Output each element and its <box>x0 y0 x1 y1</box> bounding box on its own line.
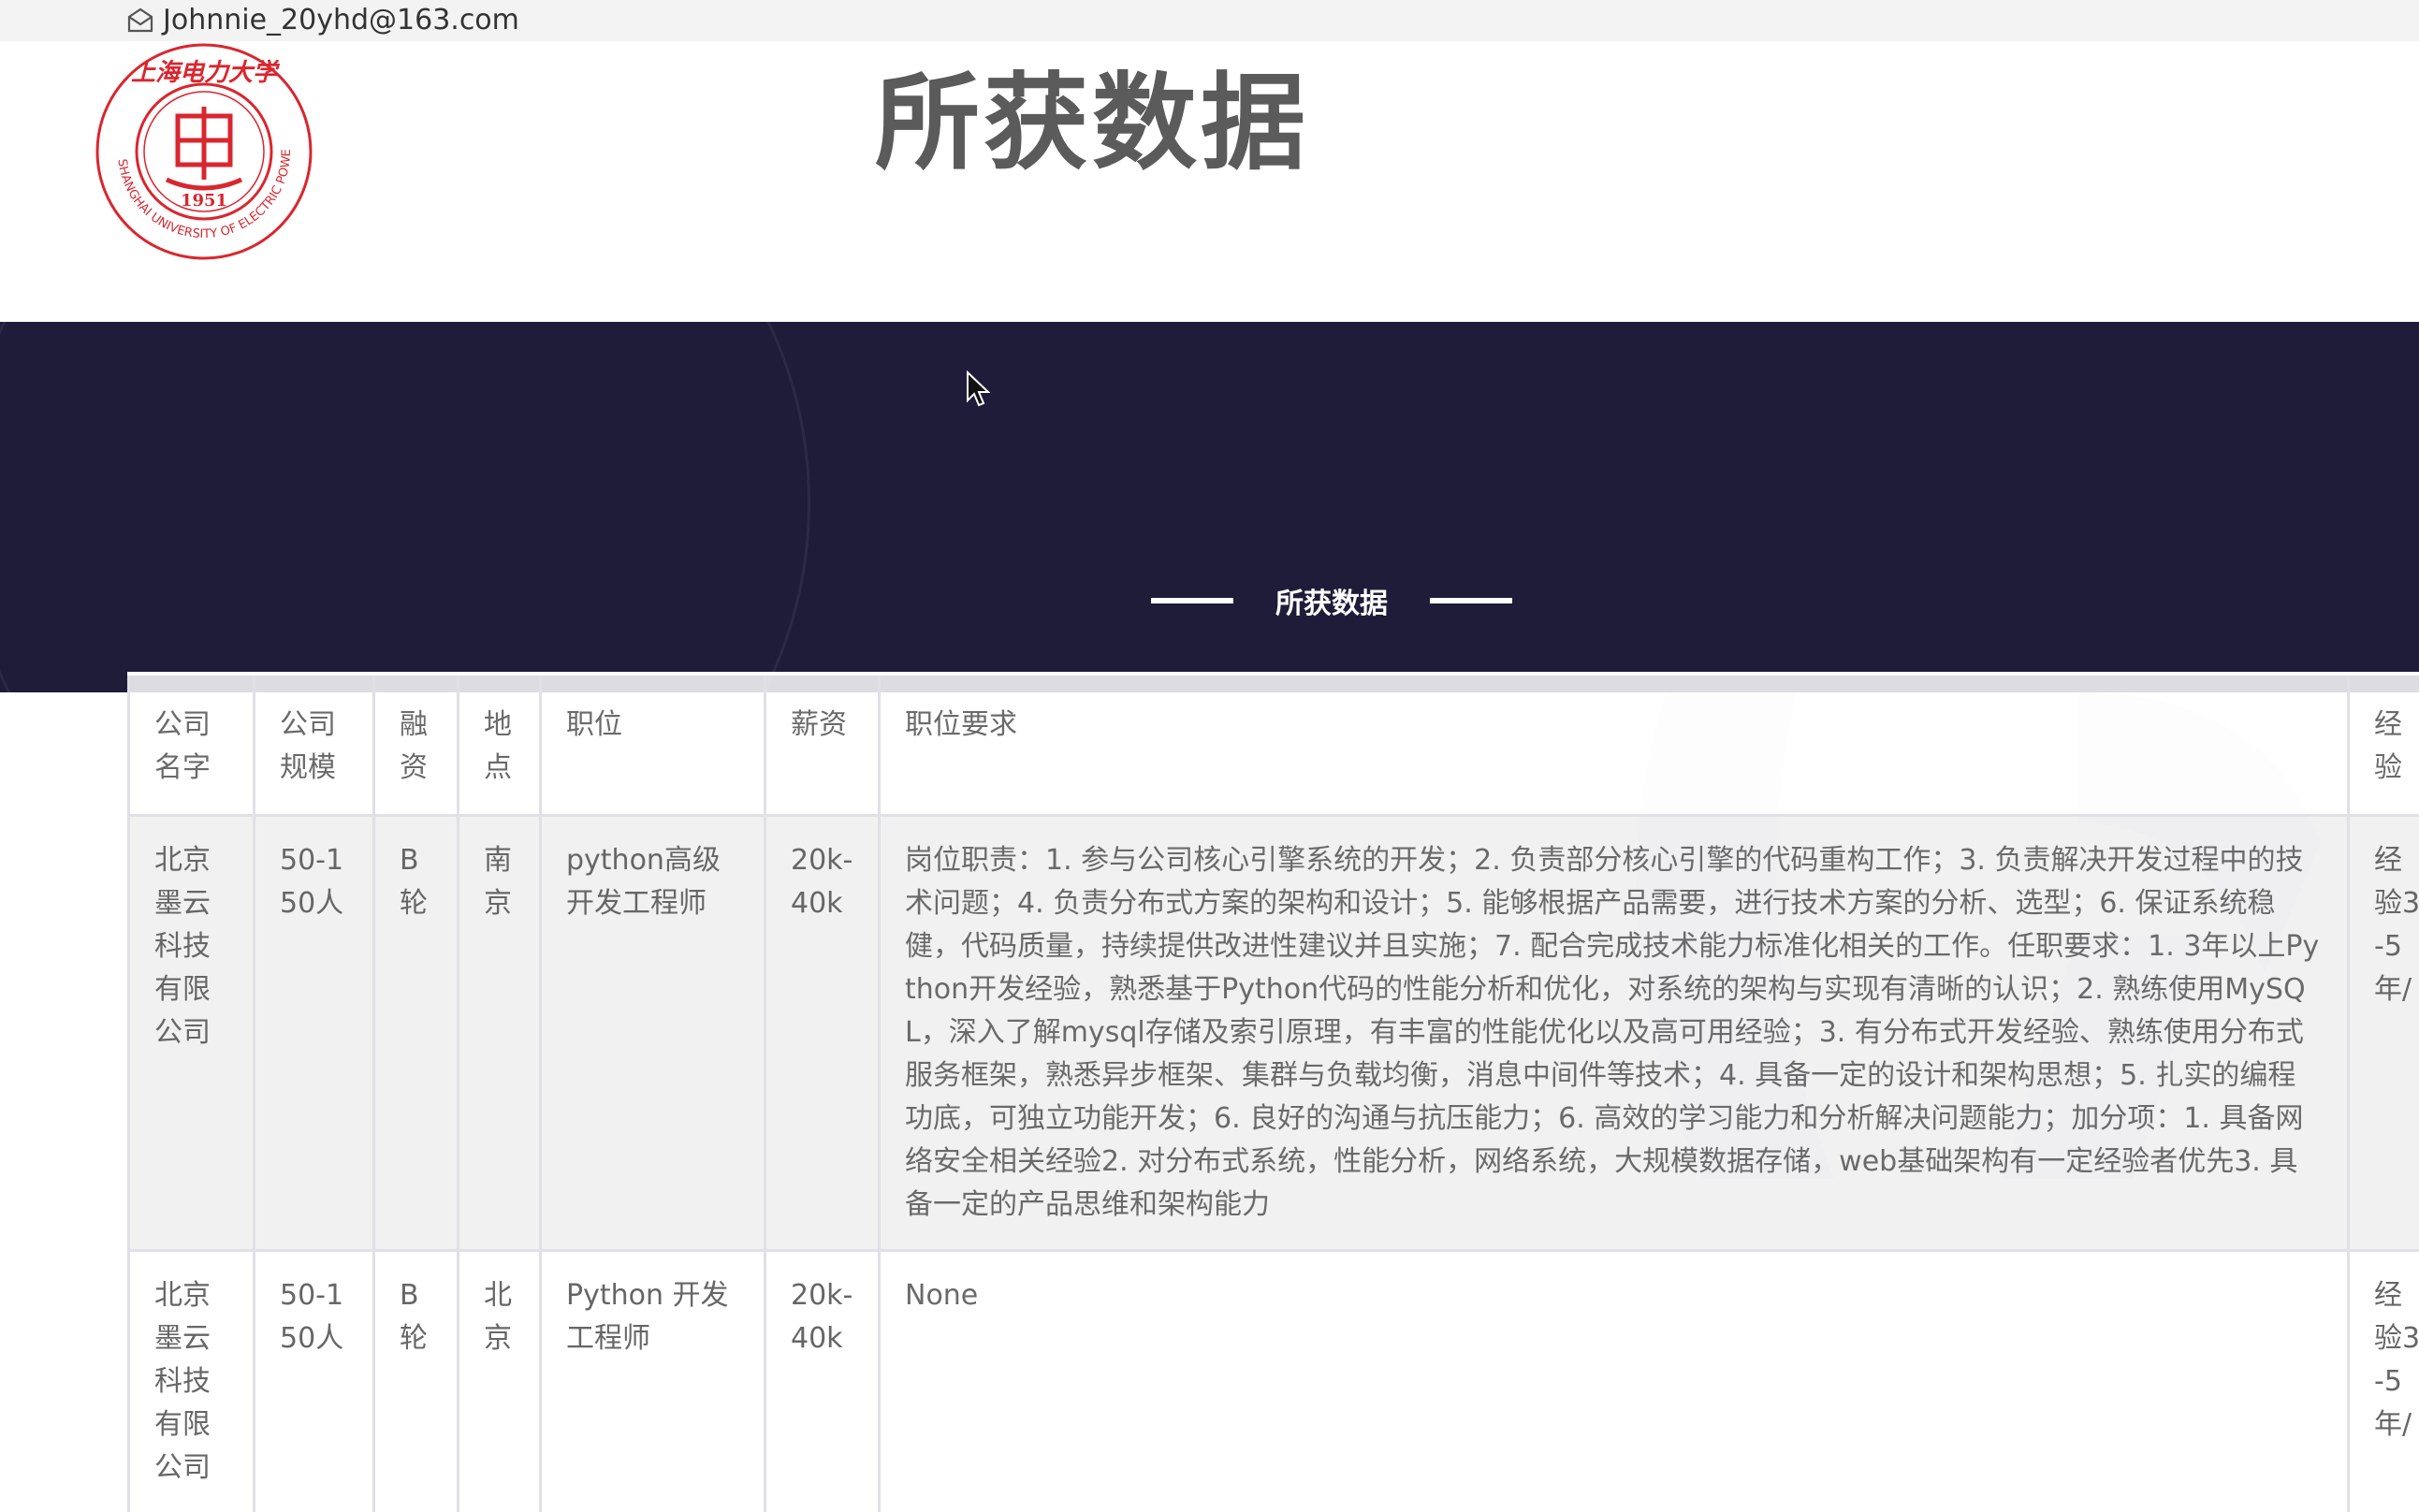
cell-requirements: None <box>878 1249 2350 1512</box>
cell-experience: 经验3-5年/ <box>2347 1249 2419 1512</box>
hero-banner: 所获数据 <box>0 322 2419 692</box>
section-heading: 所获数据 <box>1151 582 1512 620</box>
cell-funding: B轮 <box>372 1249 459 1512</box>
mouse-cursor-icon <box>967 371 990 407</box>
mail-icon <box>127 7 153 33</box>
job-data-table: 公司名字 公司规模 融资 地点 职位 薪资 职位要求 经验 北京墨云科技有限公司… <box>127 672 2419 1512</box>
col-header-funding: 融资 <box>372 672 459 816</box>
heading-line-right <box>1430 598 1512 603</box>
col-header-location: 地点 <box>457 672 542 816</box>
cell-location: 南京 <box>457 814 542 1251</box>
university-logo: 上海电力大学 1951 SHANGHAI UNIVERSITY OF ELECT… <box>92 39 313 260</box>
col-header-company: 公司名字 <box>127 672 255 816</box>
cell-salary: 20k-40k <box>764 1249 881 1512</box>
table-row: 北京墨云科技有限公司 50-150人 B轮 南京 python高级开发工程师 2… <box>127 814 2419 1251</box>
svg-text:上海电力大学: 上海电力大学 <box>131 59 281 87</box>
table-row: 北京墨云科技有限公司 50-150人 B轮 北京 Python 开发工程师 20… <box>127 1249 2419 1512</box>
cell-company: 北京墨云科技有限公司 <box>127 814 255 1251</box>
section-title: 所获数据 <box>1275 588 1388 620</box>
cell-scale: 50-150人 <box>253 1249 375 1512</box>
col-header-salary: 薪资 <box>764 672 881 816</box>
svg-text:1951: 1951 <box>181 191 227 211</box>
cell-company: 北京墨云科技有限公司 <box>127 1249 255 1512</box>
col-header-requirements: 职位要求 <box>878 672 2350 816</box>
cell-experience: 经验3-5年/ <box>2347 814 2419 1251</box>
cell-salary: 20k-40k <box>764 814 881 1251</box>
top-bar: Johnnie_20yhd@163.com <box>0 0 2419 41</box>
cell-position: python高级开发工程师 <box>539 814 766 1251</box>
cell-requirements: 岗位职责：1. 参与公司核心引擎系统的开发；2. 负责部分核心引擎的代码重构工作… <box>878 814 2350 1251</box>
heading-line-left <box>1151 598 1233 603</box>
table-header-row: 公司名字 公司规模 融资 地点 职位 薪资 职位要求 经验 <box>127 672 2419 816</box>
col-header-experience: 经验 <box>2347 672 2419 816</box>
cell-position: Python 开发工程师 <box>539 1249 766 1512</box>
user-email[interactable]: Johnnie_20yhd@163.com <box>163 2 519 39</box>
cell-scale: 50-150人 <box>253 814 375 1251</box>
col-header-scale: 公司规模 <box>253 672 375 816</box>
cell-location: 北京 <box>457 1249 542 1512</box>
col-header-position: 职位 <box>539 672 766 816</box>
page-title: 所获数据 <box>875 63 1309 184</box>
banner-decoration <box>0 322 810 692</box>
cell-funding: B轮 <box>372 814 459 1251</box>
